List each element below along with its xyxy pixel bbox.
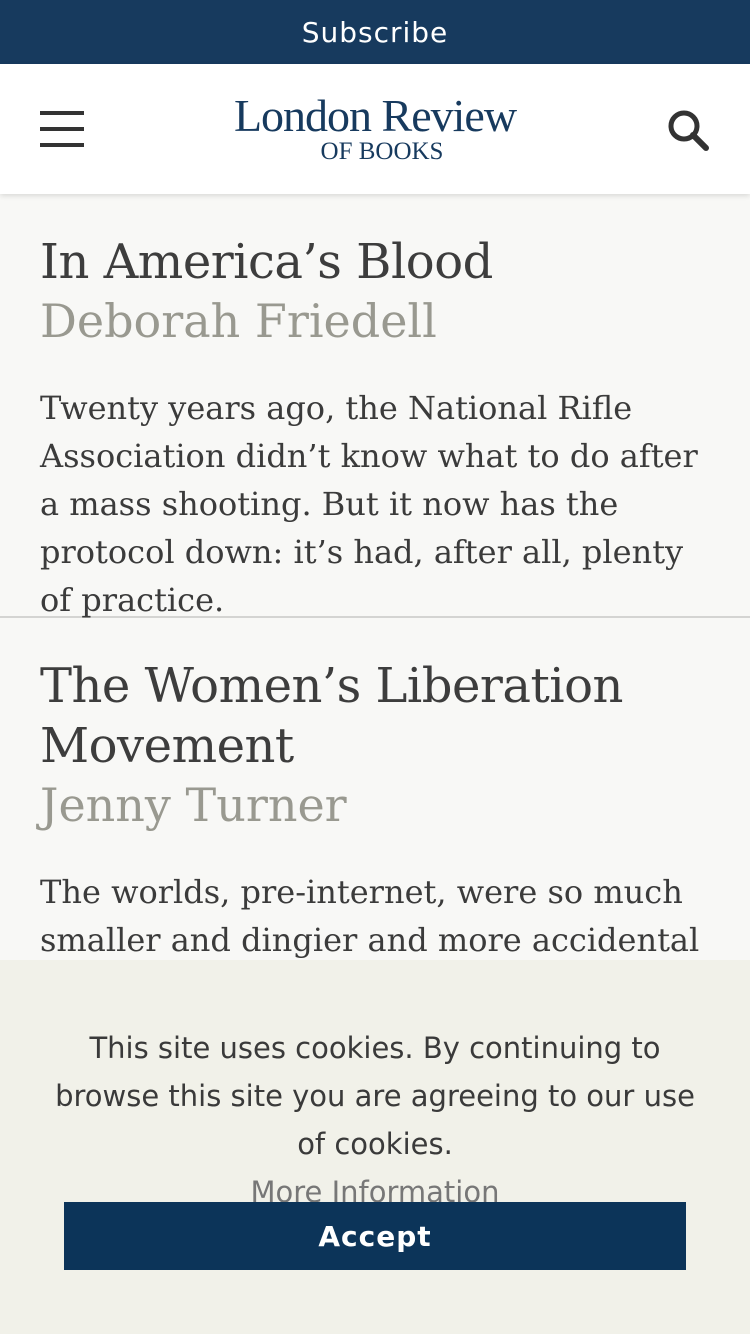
search-icon[interactable] — [666, 108, 712, 154]
article-excerpt: Twenty years ago, the National Rifle Ass… — [40, 389, 698, 619]
article-excerpt: The worlds, pre-internet, were so much s… — [40, 873, 700, 959]
logo-subtitle: OF BOOKS — [320, 138, 444, 165]
accept-cookies-button[interactable]: Accept — [64, 1202, 686, 1270]
cookie-banner: This site uses cookies. By continuing to… — [0, 960, 750, 1334]
cookie-message: This site uses cookies. By continuing to… — [50, 1024, 700, 1216]
article-title[interactable]: The Women’s Liberation Movement — [40, 656, 710, 776]
hamburger-menu-icon[interactable] — [40, 111, 84, 147]
article-author[interactable]: Jenny Turner — [40, 776, 710, 834]
article-author[interactable]: Deborah Friedell — [40, 292, 710, 350]
site-logo[interactable]: London Review OF BOOKS — [190, 92, 560, 166]
article-card[interactable]: In America’s Blood Deborah Friedell Twen… — [0, 194, 750, 619]
logo-title: London Review — [233, 90, 517, 141]
site-header: London Review OF BOOKS — [0, 64, 750, 194]
subscribe-link[interactable]: Subscribe — [0, 0, 750, 64]
article-title[interactable]: In America’s Blood — [40, 232, 710, 292]
cookie-text: This site uses cookies. By continuing to… — [55, 1031, 695, 1161]
